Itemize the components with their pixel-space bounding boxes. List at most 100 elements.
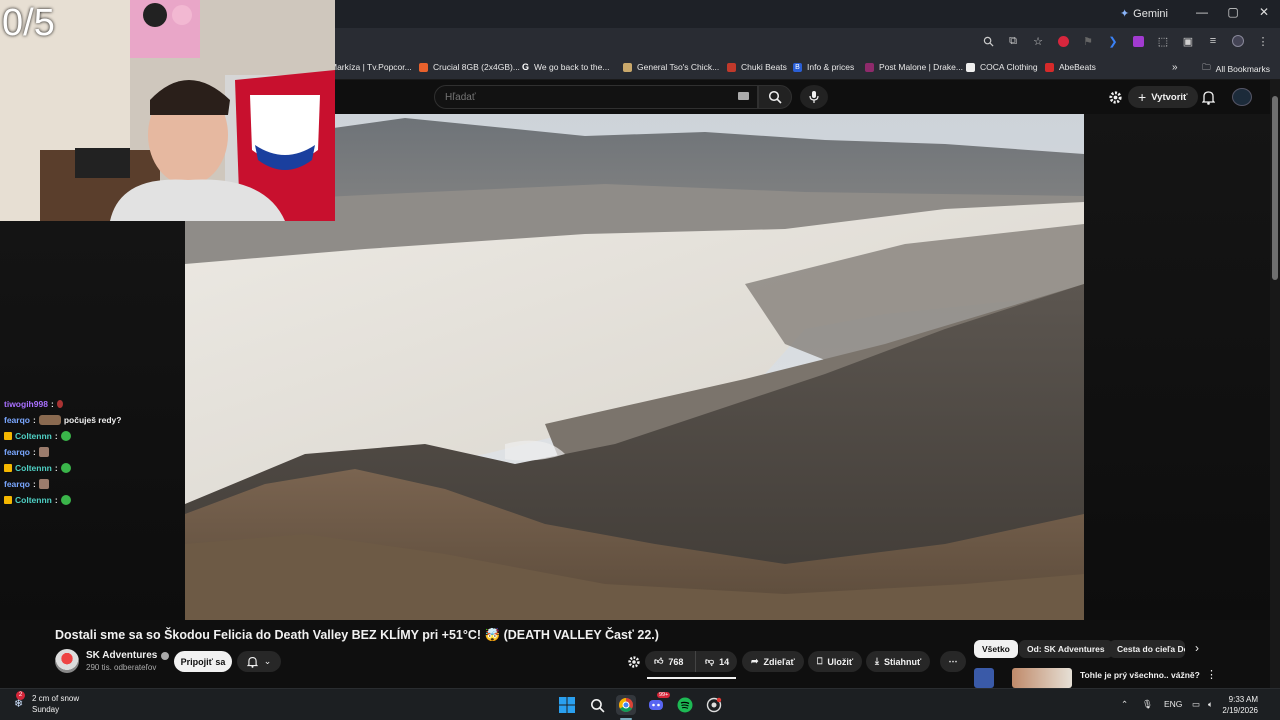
emote-icon <box>56 400 63 408</box>
create-button[interactable]: + Vytvoriť <box>1128 86 1198 108</box>
system-clock[interactable]: 9:33 AM 2/19/2026 <box>1222 694 1258 716</box>
bookmark-item[interactable]: B Info & prices <box>793 62 854 72</box>
folder-icon: 🗀 <box>1202 62 1211 72</box>
emote-icon <box>60 431 71 441</box>
webcam-overlay: 0/5 <box>0 0 335 221</box>
search-button[interactable] <box>758 85 792 109</box>
bookmark-item[interactable]: Crucial 8GB (2x4GB)... <box>419 62 520 72</box>
recording-app-icon[interactable] <box>704 695 724 715</box>
bookmark-label: AbeBeats <box>1059 62 1096 72</box>
emote-icon <box>38 479 49 489</box>
chat-line: Coltennn : <box>4 460 184 476</box>
extensions-puzzle-icon[interactable]: ⬚ <box>1156 34 1170 48</box>
sub-badge-icon <box>4 496 12 504</box>
thumbs-up-icon: 👍︎ <box>654 656 664 666</box>
all-bookmarks-label: All Bookmarks <box>1215 64 1270 74</box>
bookmark-item[interactable]: Chuki Beats <box>727 62 787 72</box>
close-icon[interactable]: ✕ <box>1254 5 1274 19</box>
bookmark-label: We go back to the... <box>534 62 610 72</box>
chevron-right-icon[interactable]: › <box>1195 641 1199 655</box>
extension-gray-icon[interactable]: ⚑ <box>1081 34 1095 48</box>
discord-icon[interactable]: 99+ <box>646 692 671 715</box>
more-vertical-icon[interactable]: ⋮ <box>1206 668 1217 681</box>
share-button[interactable]: ➦ Zdieľať <box>742 651 804 672</box>
recommendation-thumbnail[interactable] <box>974 668 994 688</box>
all-bookmarks[interactable]: 🗀 All Bookmarks <box>1202 62 1270 76</box>
input-language[interactable]: ENG <box>1164 699 1182 709</box>
start-icon[interactable] <box>557 695 577 715</box>
bookmark-favicon-icon <box>419 62 428 72</box>
extension-purple-icon[interactable] <box>1131 34 1145 48</box>
chat-username: tiwogih998 <box>4 399 48 409</box>
network-icon[interactable]: ▭ <box>1192 699 1200 710</box>
taskbar-search-icon[interactable] <box>587 695 607 715</box>
chat-separator: : <box>50 399 54 409</box>
recommendation-thumbnail[interactable] <box>1012 668 1072 688</box>
more-actions-button[interactable]: ⋯ <box>940 651 966 672</box>
browser-menu-icon[interactable]: ⋮ <box>1256 34 1270 48</box>
search-input[interactable] <box>435 86 757 108</box>
bookmark-item[interactable]: Post Malone | Drake... <box>865 62 963 72</box>
save-label: Uložiť <box>827 656 854 667</box>
bookmark-favicon-icon <box>623 62 632 72</box>
bookmark-label: General Tso's Chick... <box>637 62 720 72</box>
dislike-button[interactable]: 👎︎ 14 <box>695 651 737 672</box>
channel-avatar[interactable] <box>55 649 79 673</box>
volume-icon[interactable]: 🔈︎ <box>1208 699 1213 710</box>
chat-line-faded <box>4 380 184 396</box>
emote-icon <box>38 447 49 457</box>
bookmark-label: Chuki Beats <box>741 62 787 72</box>
subscription-bell-button[interactable]: ⌄ <box>237 651 281 672</box>
gemini-icon: ✦ <box>1119 8 1130 20</box>
join-button[interactable]: Pripojiť sa <box>174 651 232 672</box>
notifications-bell-icon[interactable] <box>1200 89 1216 105</box>
minimize-icon[interactable]: — <box>1192 5 1212 19</box>
profile-avatar-icon[interactable] <box>1231 34 1245 48</box>
download-button[interactable]: ⤓ Stiahnuť <box>866 651 931 672</box>
scrollbar-thumb[interactable] <box>1272 96 1278 280</box>
tray-overflow-icon[interactable]: ⌃ <box>1121 699 1128 710</box>
chevron-down-icon: ⌄ <box>263 656 272 666</box>
extension-blue-icon[interactable]: ❯ <box>1106 34 1120 48</box>
chip-topic[interactable]: Cesta do cieľa Do <box>1109 640 1185 658</box>
chat-separator: : <box>32 447 36 457</box>
voice-search-button[interactable] <box>800 85 828 109</box>
bookmark-star-icon[interactable]: ☆ <box>1031 34 1045 48</box>
bookmark-item[interactable]: AbeBeats <box>1045 62 1096 72</box>
bookmark-item[interactable]: G We go back to the... <box>522 62 609 72</box>
stream-chat: tiwogih998 : fearqo : počuješ redy? Colt… <box>4 380 184 508</box>
channel-name[interactable]: SK Adventures <box>86 650 170 661</box>
extension-red-icon[interactable] <box>1056 34 1070 48</box>
like-button[interactable]: 👍︎ 768 <box>645 651 695 672</box>
media-controls-icon[interactable]: ≡ <box>1206 34 1220 48</box>
gemini-button[interactable]: ✦ Gemini <box>1119 7 1168 21</box>
account-avatar[interactable] <box>1232 88 1252 106</box>
zoom-icon[interactable] <box>981 34 995 48</box>
restore-icon[interactable]: ▢ <box>1223 5 1243 19</box>
studio-gear-icon[interactable] <box>1107 89 1123 105</box>
recommendation-title[interactable]: Tohle je prý všechno.. vážně? <box>1080 670 1200 680</box>
plus-icon: + <box>1138 89 1147 105</box>
chat-username: Coltennn <box>15 463 52 473</box>
video-title: Dostali sme sa so Škodou Felicia do Deat… <box>55 628 659 642</box>
bookmark-item[interactable]: Markíza | Tv.Popcor... <box>330 62 412 72</box>
chat-line: fearqo : počuješ redy? <box>4 412 184 428</box>
gemini-label: Gemini <box>1133 7 1168 20</box>
keyboard-icon[interactable] <box>738 92 749 100</box>
page-scrollbar[interactable] <box>1270 80 1280 688</box>
chat-separator: : <box>54 495 58 505</box>
weather-widget[interactable]: ❄ 2 2 cm of snow Sunday <box>12 691 79 715</box>
bookmarks-overflow-icon[interactable]: » <box>1172 62 1178 73</box>
install-app-icon[interactable]: ⧉ <box>1006 34 1020 48</box>
tray-mic-icon[interactable]: 🎙︎ <box>1142 699 1153 710</box>
split-view-icon[interactable]: ▣ <box>1181 34 1195 48</box>
chip-all[interactable]: Všetko <box>974 640 1018 658</box>
chip-from-channel[interactable]: Od: SK Adventures <box>1019 640 1113 658</box>
chrome-icon[interactable] <box>616 695 636 715</box>
spotify-icon[interactable] <box>675 695 695 715</box>
bookmark-item[interactable]: COCA Clothing <box>966 62 1038 72</box>
bookmark-item[interactable]: General Tso's Chick... <box>623 62 719 72</box>
discord-badge: 99+ <box>657 692 671 698</box>
save-button[interactable]: ⎕ Uložiť <box>808 651 863 672</box>
studio-gear-icon[interactable] <box>627 655 641 674</box>
